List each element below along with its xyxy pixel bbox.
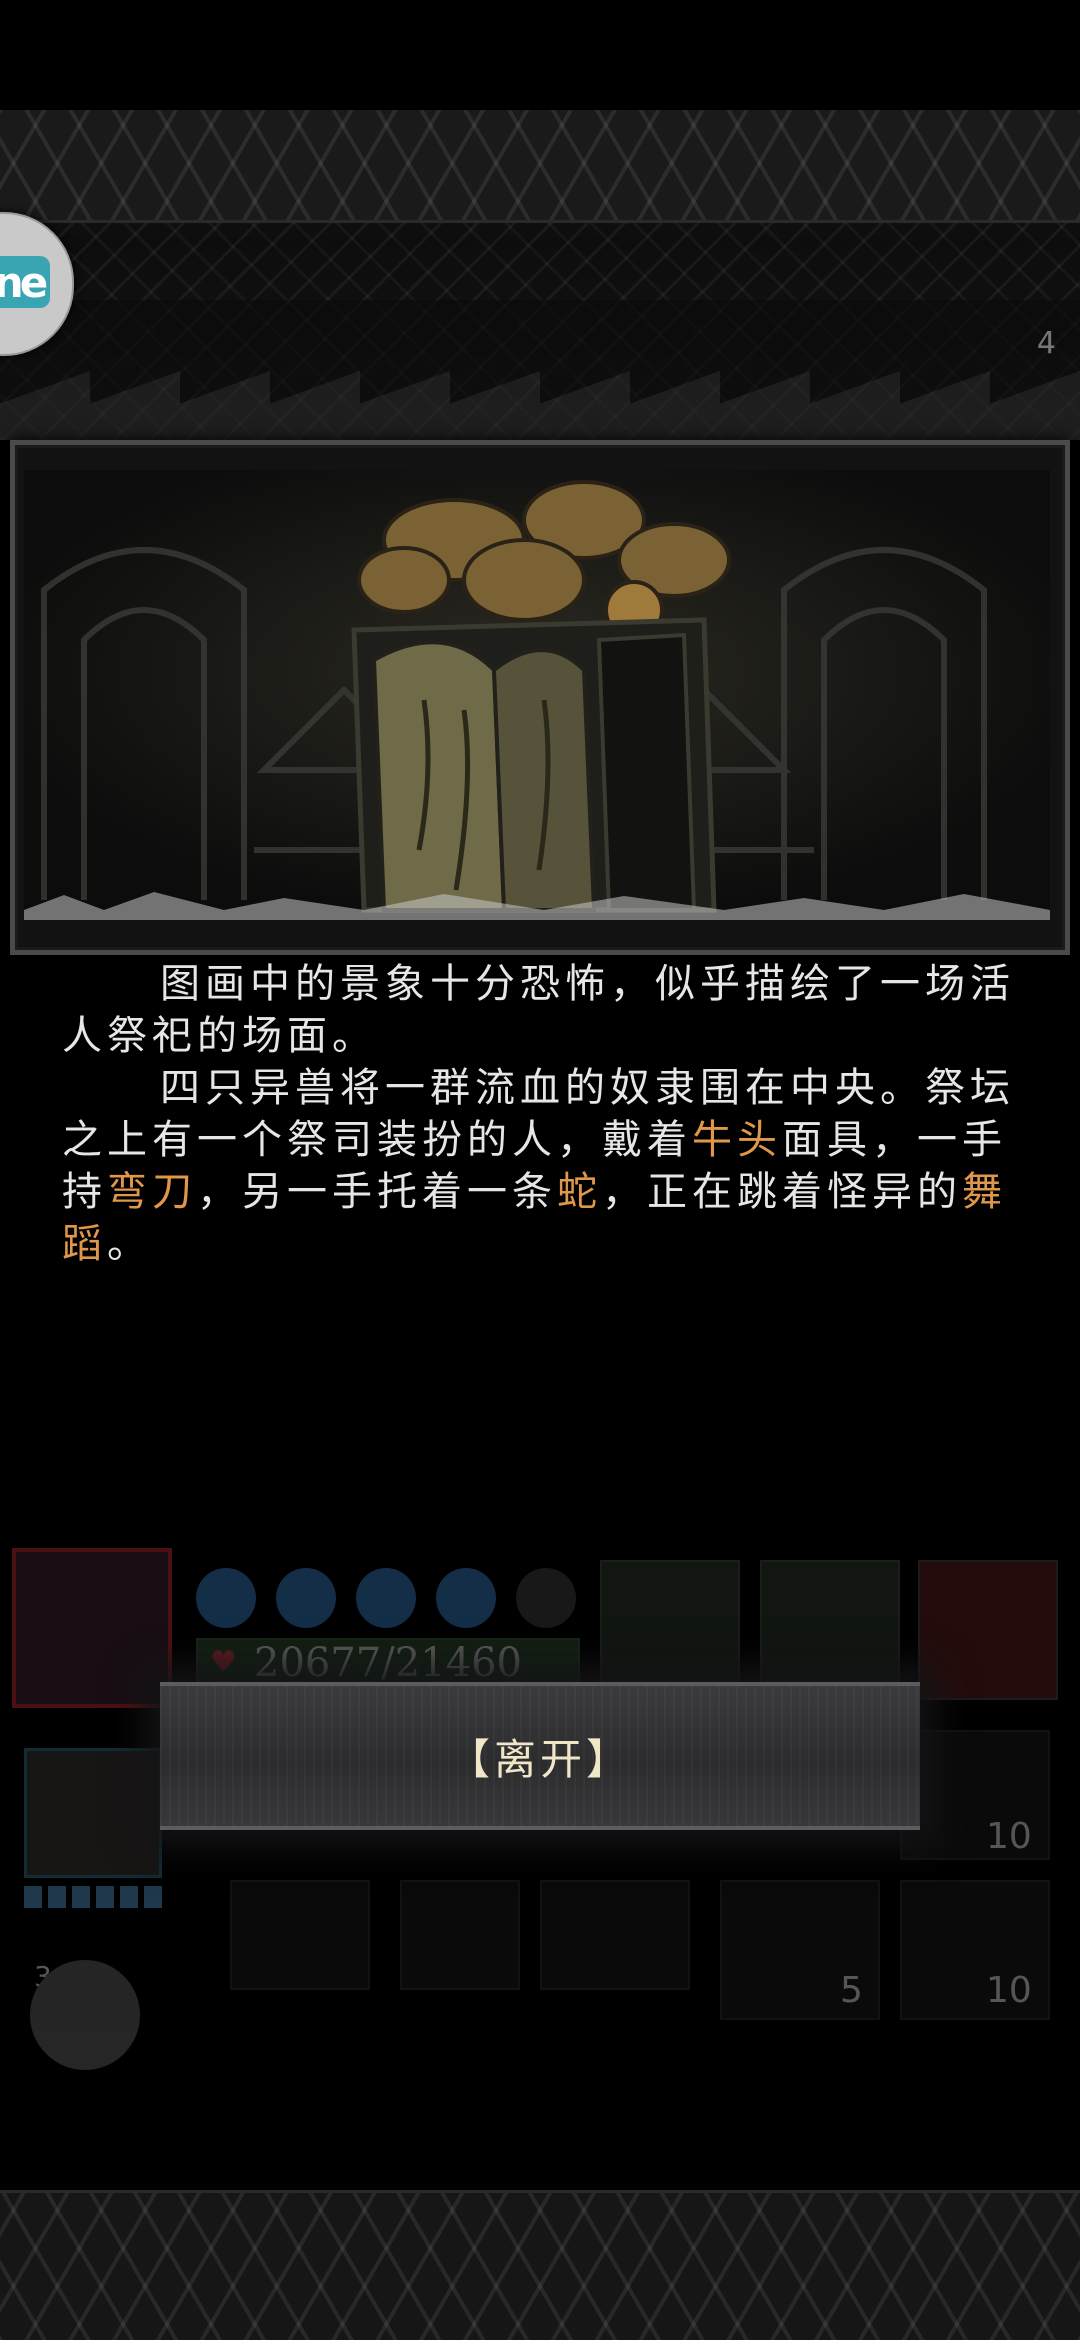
- dimmed-game-ui: 1 ♥ 20677/21460 2 3 10 5 10: [0, 0, 1080, 2340]
- yin-yang-icon: [436, 1568, 496, 1628]
- skill-slot-kick[interactable]: [600, 1560, 740, 1700]
- yin-yang-icon: [356, 1568, 416, 1628]
- leave-button[interactable]: 【离开】: [160, 1682, 920, 1830]
- yin-yang-icon: [516, 1568, 576, 1628]
- item-count: 10: [986, 1816, 1032, 1857]
- hero-3-portrait[interactable]: [30, 1960, 140, 2070]
- skill-slot-fist[interactable]: [760, 1560, 900, 1700]
- hero-1-hp-text: 20677/21460: [254, 1640, 522, 1686]
- yin-yang-icon: [196, 1568, 256, 1628]
- dungeon-footer: [0, 2190, 1080, 2340]
- yin-yang-icon: [276, 1568, 336, 1628]
- action-slot[interactable]: [540, 1880, 690, 1990]
- game-screen: ne 4 图画中的景象十分恐怖，似乎描绘了一场活人祭祀的场面。 四只异兽将一群流…: [0, 0, 1080, 2340]
- back-arrow-button[interactable]: [230, 1880, 370, 1990]
- leave-button-label: 【离开】: [447, 1734, 632, 1784]
- item-count: 5: [840, 1970, 863, 2011]
- hero-2-portrait[interactable]: [24, 1748, 162, 1878]
- hourglass-button[interactable]: [400, 1880, 520, 1990]
- skill-slot-chalice[interactable]: [918, 1560, 1058, 1700]
- item-count: 10: [986, 1970, 1032, 2011]
- hero-2-orbs: [24, 1886, 162, 1908]
- hero-1-portrait[interactable]: [12, 1548, 172, 1708]
